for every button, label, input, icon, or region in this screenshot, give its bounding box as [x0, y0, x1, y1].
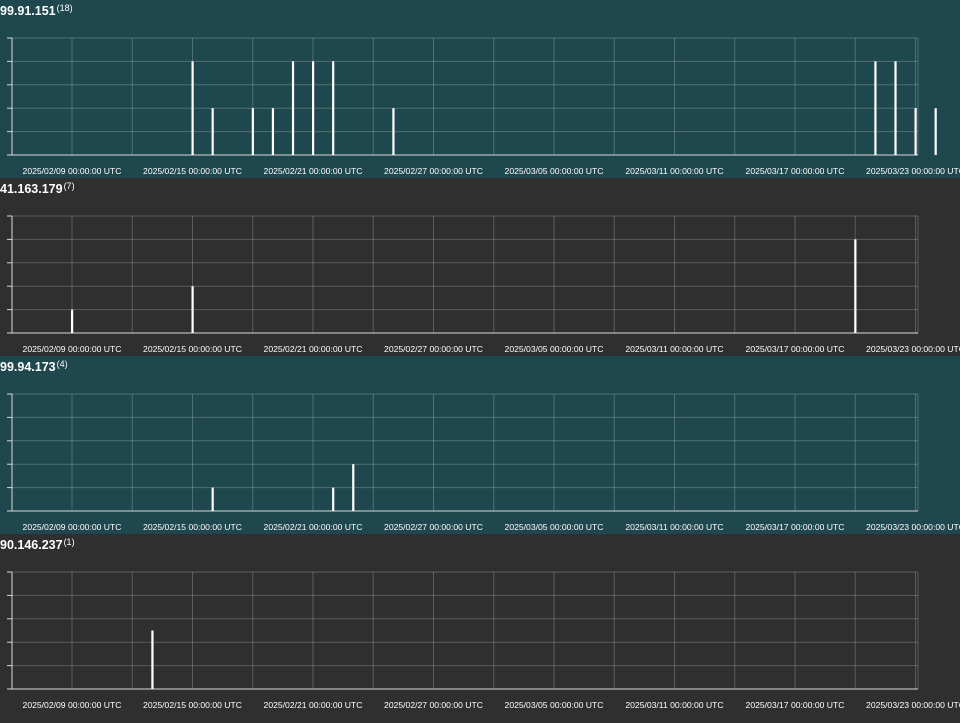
timeline-panel-3: 99.94.173(4) 2025/02/09 00:00:00 UTC 2025…: [0, 356, 960, 534]
bar: [71, 309, 74, 333]
x-tick-label: 2025/03/05 00:00:00 UTC: [505, 344, 604, 354]
timeline-panel-1: 99.91.151(18) 2025/02/09 00:00:00 UTC 202…: [0, 0, 960, 178]
x-tick-label: 2025/03/17 00:00:00 UTC: [746, 344, 845, 354]
bar-chart-2: 2025/02/09 00:00:00 UTC 2025/02/15 00:00:…: [7, 215, 960, 354]
x-tick-label: 2025/03/23 00:00:00 UTC: [866, 700, 960, 710]
x-tick-label: 2025/03/17 00:00:00 UTC: [746, 522, 845, 532]
x-tick-label: 2025/02/15 00:00:00 UTC: [143, 700, 242, 710]
x-tick-label: 2025/03/05 00:00:00 UTC: [505, 700, 604, 710]
x-tick-label: 2025/02/27 00:00:00 UTC: [384, 522, 483, 532]
bar: [291, 61, 295, 155]
x-tick-label: 2025/02/27 00:00:00 UTC: [384, 700, 483, 710]
x-tick-label: 2025/03/11 00:00:00 UTC: [625, 522, 723, 532]
x-tick-label: 2025/02/09 00:00:00 UTC: [23, 166, 122, 176]
bar-chart-1: 2025/02/09 00:00:00 UTC 2025/02/15 00:00:…: [7, 37, 960, 176]
bar-chart-3: 2025/02/09 00:00:00 UTC 2025/02/15 00:00:…: [7, 393, 960, 532]
bar: [211, 108, 214, 155]
timeline-panel-4: 90.146.237(1) 2025/02/09 00:00:00 UTC 202…: [0, 534, 960, 723]
x-tick-label: 2025/03/05 00:00:00 UTC: [505, 166, 604, 176]
bar: [191, 61, 194, 155]
bar: [392, 108, 395, 155]
bar: [934, 108, 937, 155]
bar: [914, 108, 917, 155]
x-tick-label: 2025/02/09 00:00:00 UTC: [23, 700, 122, 710]
x-tick-label: 2025/03/05 00:00:00 UTC: [505, 522, 604, 532]
x-tick-label: 2025/02/21 00:00:00 UTC: [264, 700, 363, 710]
x-tick-label: 2025/03/23 00:00:00 UTC: [866, 166, 960, 176]
bar: [352, 464, 355, 511]
x-tick-label: 2025/02/09 00:00:00 UTC: [23, 344, 122, 354]
bar: [271, 108, 275, 155]
bar: [894, 61, 897, 155]
x-tick-label: 2025/02/15 00:00:00 UTC: [143, 344, 242, 354]
bar: [312, 61, 315, 155]
x-tick-label: 2025/02/15 00:00:00 UTC: [143, 166, 242, 176]
x-tick-label: 2025/03/23 00:00:00 UTC: [866, 522, 960, 532]
x-tick-label: 2025/03/11 00:00:00 UTC: [625, 344, 723, 354]
x-tick-label: 2025/02/21 00:00:00 UTC: [264, 522, 363, 532]
timeline-panel-2: 41.163.179(7) 2025/02/09 00:00:00 UTC 202…: [0, 178, 960, 356]
x-tick-label: 2025/02/21 00:00:00 UTC: [264, 166, 363, 176]
x-tick-label: 2025/03/17 00:00:00 UTC: [746, 166, 845, 176]
x-tick-label: 2025/02/21 00:00:00 UTC: [264, 344, 363, 354]
bar-chart-4: 2025/02/09 00:00:00 UTC 2025/02/15 00:00:…: [7, 571, 960, 710]
bar: [151, 630, 154, 689]
x-tick-label: 2025/02/27 00:00:00 UTC: [384, 344, 483, 354]
x-tick-label: 2025/02/27 00:00:00 UTC: [384, 166, 483, 176]
x-tick-label: 2025/03/17 00:00:00 UTC: [746, 700, 845, 710]
bar: [191, 286, 194, 333]
bar: [332, 61, 335, 155]
bar: [874, 61, 877, 155]
bar: [854, 239, 857, 333]
bar: [251, 108, 254, 155]
x-tick-label: 2025/03/23 00:00:00 UTC: [866, 344, 960, 354]
x-tick-label: 2025/02/09 00:00:00 UTC: [23, 522, 122, 532]
bar: [332, 487, 335, 511]
bar: [211, 487, 214, 511]
x-tick-label: 2025/02/15 00:00:00 UTC: [143, 522, 242, 532]
x-tick-label: 2025/03/11 00:00:00 UTC: [625, 700, 723, 710]
x-tick-label: 2025/03/11 00:00:00 UTC: [625, 166, 723, 176]
